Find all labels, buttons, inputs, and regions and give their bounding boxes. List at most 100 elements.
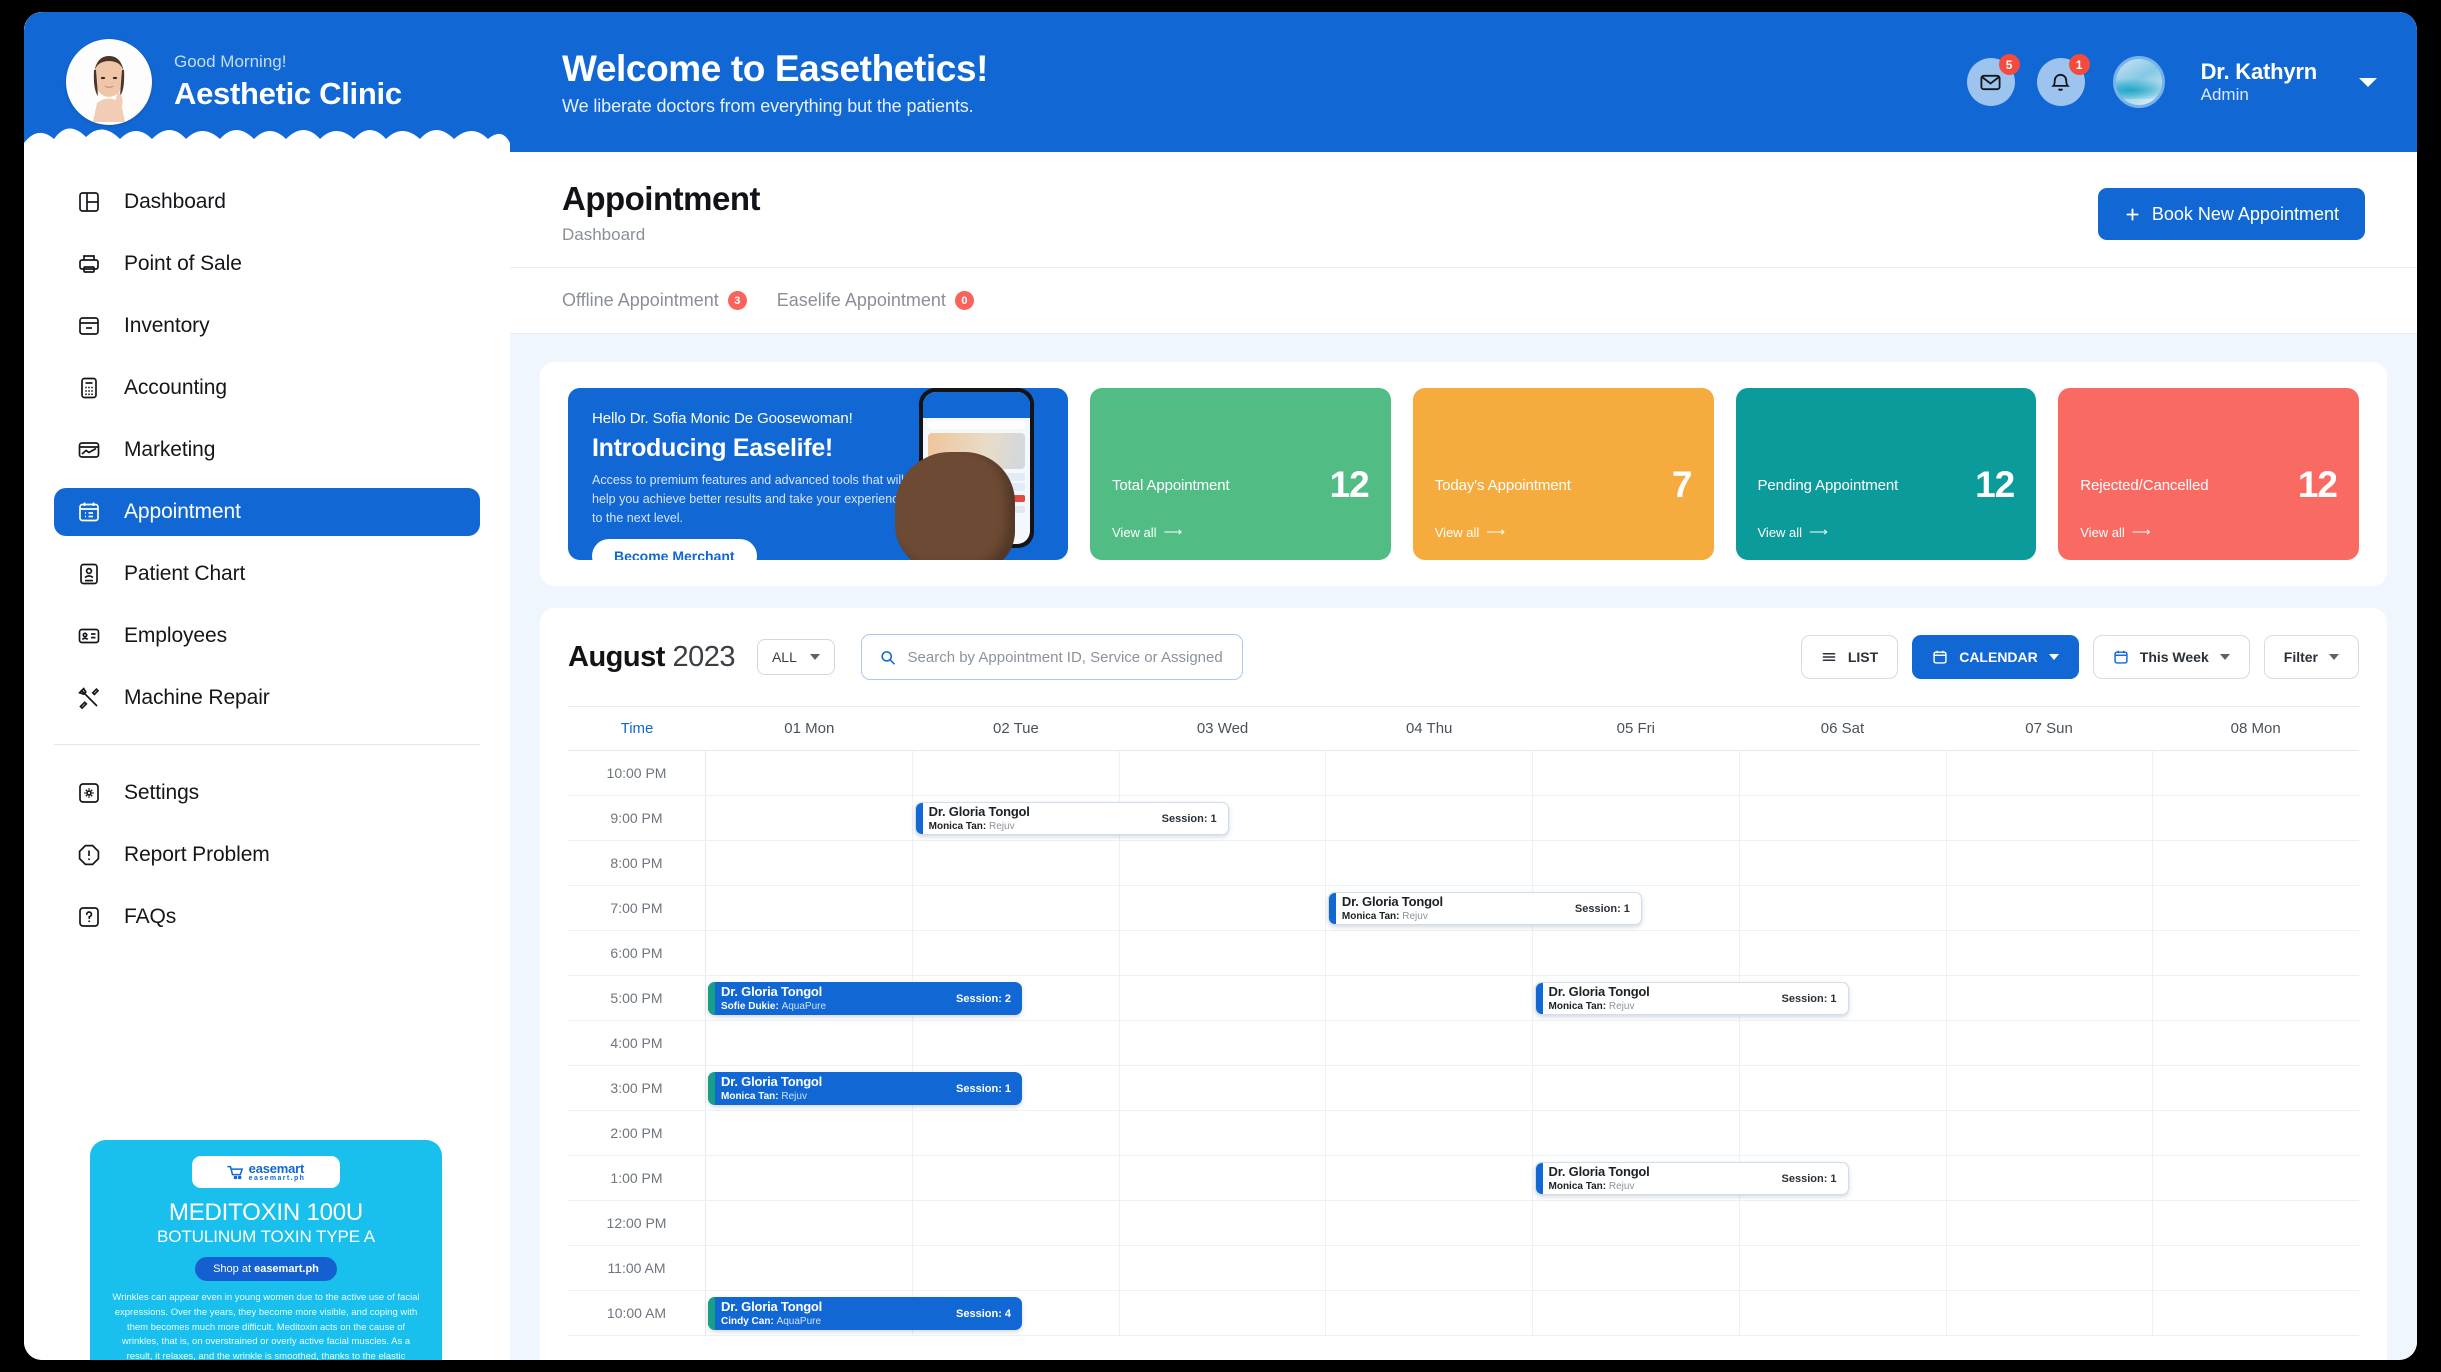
calendar-cell[interactable] xyxy=(1120,931,1327,975)
appointment-event[interactable]: Dr. Gloria TongolMonica Tan: RejuvSessio… xyxy=(915,802,1229,835)
calendar-cell[interactable] xyxy=(1533,1291,1740,1335)
calendar-cell[interactable] xyxy=(2153,1156,2359,1200)
appointment-event[interactable]: Dr. Gloria TongolMonica Tan: RejuvSessio… xyxy=(708,1072,1022,1105)
sidebar-item-dashboard[interactable]: Dashboard xyxy=(54,178,480,226)
calendar-cell[interactable] xyxy=(1533,1021,1740,1065)
calendar-cell[interactable] xyxy=(1326,1246,1533,1290)
calendar-cell[interactable] xyxy=(1947,1291,2154,1335)
calendar-cell[interactable] xyxy=(1740,1111,1947,1155)
calendar-cell[interactable] xyxy=(1947,931,2154,975)
sidebar-item-appointment[interactable]: Appointment xyxy=(54,488,480,536)
calendar-cell[interactable] xyxy=(913,1201,1120,1245)
stat-view-all-link[interactable]: View all⟶ xyxy=(1112,524,1369,540)
appointment-event[interactable]: Dr. Gloria TongolMonica Tan: RejuvSessio… xyxy=(1328,892,1642,925)
calendar-cell[interactable] xyxy=(1947,886,2154,930)
notifications-button[interactable]: 1 xyxy=(2037,58,2085,106)
list-view-button[interactable]: LIST xyxy=(1801,635,1898,679)
calendar-cell[interactable] xyxy=(706,1111,913,1155)
calendar-cell[interactable] xyxy=(1740,841,1947,885)
calendar-cell[interactable] xyxy=(913,1021,1120,1065)
tab-easelife-appointment[interactable]: Easelife Appointment 0 xyxy=(777,290,974,311)
calendar-cell[interactable] xyxy=(1326,931,1533,975)
calendar-cell[interactable] xyxy=(1326,1021,1533,1065)
calendar-cell[interactable] xyxy=(1326,1156,1533,1200)
calendar-view-button[interactable]: CALENDAR xyxy=(1912,635,2079,679)
calendar-cell[interactable] xyxy=(1326,1291,1533,1335)
sidebar-ad-card[interactable]: easemart easemart.ph MEDITOXIN 100U BOTU… xyxy=(90,1140,442,1360)
calendar-cell[interactable] xyxy=(913,1111,1120,1155)
calendar-cell[interactable] xyxy=(1120,1291,1327,1335)
calendar-cell[interactable] xyxy=(2153,1111,2359,1155)
calendar-cell[interactable] xyxy=(1740,1066,1947,1110)
calendar-cell[interactable] xyxy=(1740,1291,1947,1335)
calendar-cell[interactable] xyxy=(706,1201,913,1245)
calendar-cell[interactable] xyxy=(1533,931,1740,975)
calendar-cell[interactable] xyxy=(1326,796,1533,840)
sidebar-item-report-problem[interactable]: Report Problem xyxy=(54,831,480,879)
calendar-cell[interactable] xyxy=(706,1156,913,1200)
calendar-cell[interactable] xyxy=(1120,841,1327,885)
calendar-cell[interactable] xyxy=(706,751,913,795)
calendar-cell[interactable] xyxy=(2153,841,2359,885)
calendar-cell[interactable] xyxy=(913,841,1120,885)
calendar-cell[interactable] xyxy=(1947,1201,2154,1245)
calendar-cell[interactable] xyxy=(1533,1066,1740,1110)
calendar-cell[interactable] xyxy=(706,931,913,975)
calendar-cell[interactable] xyxy=(706,796,913,840)
stat-card-todays-appointment[interactable]: Today's Appointment 7 View all⟶ xyxy=(1413,388,1714,560)
calendar-cell[interactable] xyxy=(1326,976,1533,1020)
calendar-cell[interactable] xyxy=(2153,796,2359,840)
calendar-cell[interactable] xyxy=(706,1021,913,1065)
calendar-cell[interactable] xyxy=(1947,796,2154,840)
calendar-cell[interactable] xyxy=(1120,1111,1327,1155)
date-range-select[interactable]: This Week xyxy=(2093,635,2250,679)
stat-view-all-link[interactable]: View all⟶ xyxy=(1758,524,2015,540)
calendar-cell[interactable] xyxy=(1120,751,1327,795)
calendar-cell[interactable] xyxy=(1947,1246,2154,1290)
calendar-cell[interactable] xyxy=(1533,1201,1740,1245)
calendar-cell[interactable] xyxy=(1533,1111,1740,1155)
appointment-event[interactable]: Dr. Gloria TongolMonica Tan: RejuvSessio… xyxy=(1535,982,1849,1015)
search-input[interactable] xyxy=(908,649,1224,666)
sidebar-item-accounting[interactable]: Accounting xyxy=(54,364,480,412)
stat-card-total-appointment[interactable]: Total Appointment 12 View all⟶ xyxy=(1090,388,1391,560)
user-avatar[interactable] xyxy=(2113,56,2165,108)
calendar-cell[interactable] xyxy=(1120,1156,1327,1200)
user-menu-chevron-down-icon[interactable] xyxy=(2359,78,2377,87)
sidebar-item-marketing[interactable]: Marketing xyxy=(54,426,480,474)
appointment-event[interactable]: Dr. Gloria TongolSofie Dukie: AquaPureSe… xyxy=(708,982,1022,1015)
calendar-cell[interactable] xyxy=(1533,796,1740,840)
sidebar-item-settings[interactable]: Settings xyxy=(54,769,480,817)
calendar-cell[interactable] xyxy=(1326,751,1533,795)
calendar-cell[interactable] xyxy=(1120,1246,1327,1290)
ad-shop-button[interactable]: Shop at easemart.ph xyxy=(195,1257,337,1281)
calendar-cell[interactable] xyxy=(1120,1021,1327,1065)
tab-offline-appointment[interactable]: Offline Appointment 3 xyxy=(562,290,747,311)
calendar-cell[interactable] xyxy=(913,931,1120,975)
calendar-cell[interactable] xyxy=(2153,976,2359,1020)
search-box[interactable] xyxy=(861,634,1243,680)
calendar-cell[interactable] xyxy=(913,1246,1120,1290)
calendar-cell[interactable] xyxy=(1326,1111,1533,1155)
book-new-appointment-button[interactable]: Book New Appointment xyxy=(2098,188,2365,240)
calendar-cell[interactable] xyxy=(913,886,1120,930)
calendar-cell[interactable] xyxy=(1740,1246,1947,1290)
stat-view-all-link[interactable]: View all⟶ xyxy=(1435,524,1692,540)
messages-button[interactable]: 5 xyxy=(1967,58,2015,106)
calendar-cell[interactable] xyxy=(706,841,913,885)
sidebar-item-machine-repair[interactable]: Machine Repair xyxy=(54,674,480,722)
calendar-cell[interactable] xyxy=(913,1156,1120,1200)
calendar-cell[interactable] xyxy=(1120,886,1327,930)
become-merchant-button[interactable]: Become Merchant xyxy=(592,539,757,560)
calendar-cell[interactable] xyxy=(1947,1021,2154,1065)
stat-view-all-link[interactable]: View all⟶ xyxy=(2080,524,2337,540)
filter-button[interactable]: Filter xyxy=(2264,635,2359,679)
sidebar-item-inventory[interactable]: Inventory xyxy=(54,302,480,350)
calendar-cell[interactable] xyxy=(1740,886,1947,930)
calendar-cell[interactable] xyxy=(1533,841,1740,885)
calendar-cell[interactable] xyxy=(1947,1066,2154,1110)
calendar-cell[interactable] xyxy=(1740,751,1947,795)
calendar-cell[interactable] xyxy=(2153,1291,2359,1335)
sidebar-item-faqs[interactable]: FAQs xyxy=(54,893,480,941)
calendar-cell[interactable] xyxy=(2153,886,2359,930)
